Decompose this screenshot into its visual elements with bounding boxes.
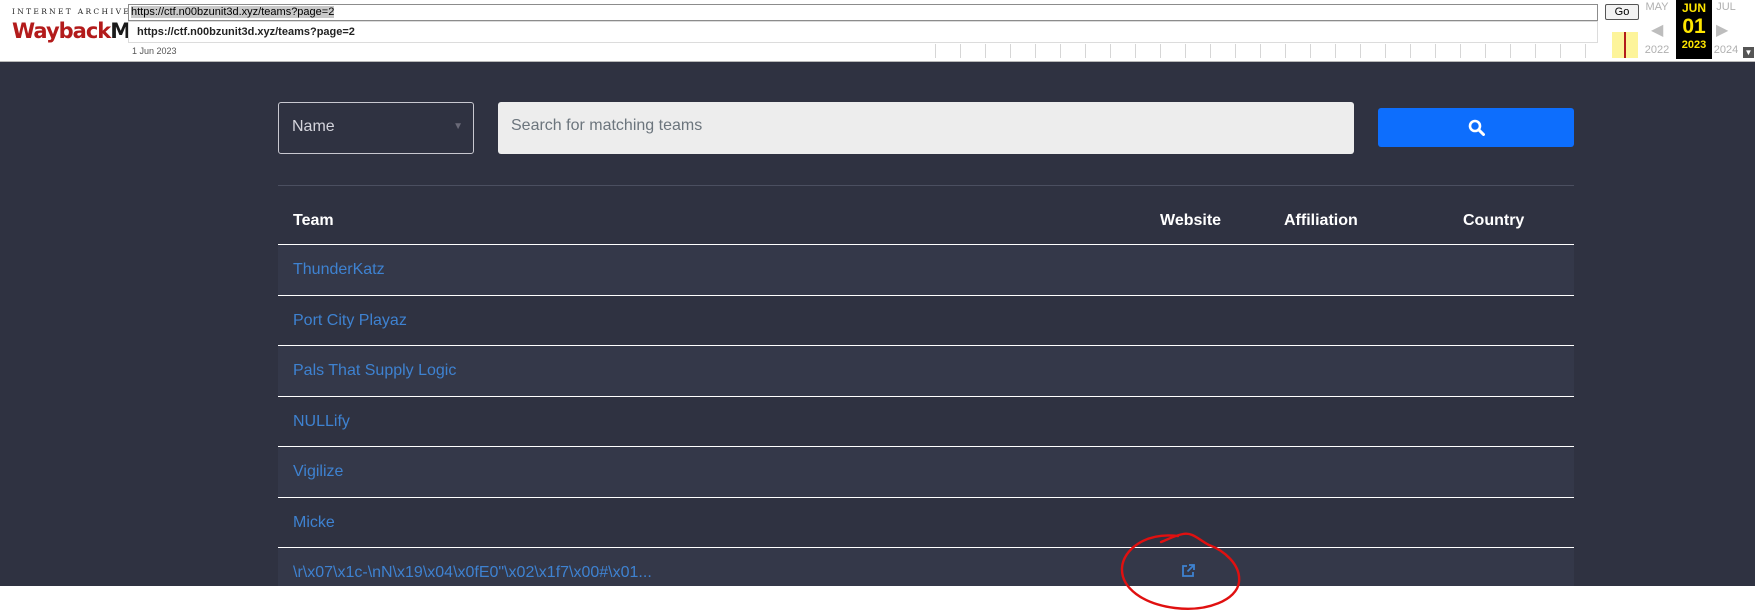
prev-capture-arrow-icon[interactable]: ◀ bbox=[1651, 20, 1663, 40]
table-header: Team Website Affiliation Country bbox=[278, 195, 1574, 245]
chevron-down-icon: ▼ bbox=[453, 121, 463, 132]
search-button[interactable] bbox=[1378, 108, 1574, 147]
next-capture-arrow-icon[interactable]: ▶ bbox=[1716, 20, 1728, 40]
table-row: Micke bbox=[278, 498, 1574, 548]
header-team: Team bbox=[293, 212, 334, 229]
table-row: Vigilize bbox=[278, 447, 1574, 498]
wayback-url-input[interactable]: https://ctf.n00bzunit3d.xyz/teams?page=2 bbox=[128, 4, 1598, 21]
search-input[interactable]: Search for matching teams bbox=[498, 102, 1354, 154]
next-year[interactable]: 2024 bbox=[1709, 44, 1743, 56]
teams-table: Team Website Affiliation Country Thunder… bbox=[278, 195, 1574, 599]
table-row: Port City Playaz bbox=[278, 296, 1574, 346]
team-link[interactable]: Micke bbox=[293, 514, 335, 532]
team-link[interactable]: NULLify bbox=[293, 413, 350, 431]
table-row: NULLify bbox=[278, 397, 1574, 447]
divider bbox=[278, 185, 1574, 186]
capture-date: 1 Jun 2023 bbox=[132, 46, 177, 56]
team-link[interactable]: Vigilize bbox=[293, 463, 343, 481]
logo-internet-archive: INTERNET ARCHIVE bbox=[12, 7, 132, 16]
next-month[interactable]: JUL bbox=[1709, 1, 1743, 13]
team-link[interactable]: Port City Playaz bbox=[293, 312, 407, 330]
prev-year[interactable]: 2022 bbox=[1640, 44, 1674, 56]
current-capture-marker bbox=[1624, 32, 1626, 58]
search-icon bbox=[1468, 119, 1485, 136]
table-row: ThunderKatz bbox=[278, 245, 1574, 296]
teams-page: Name ▼ Search for matching teams Team We… bbox=[0, 62, 1755, 599]
table-row: Pals That Supply Logic bbox=[278, 346, 1574, 397]
expand-toolbar-icon[interactable]: ▼ bbox=[1743, 47, 1754, 58]
go-button[interactable]: Go bbox=[1605, 4, 1639, 20]
current-day: 01 bbox=[1682, 15, 1706, 38]
capture-sparkline[interactable] bbox=[935, 44, 1598, 58]
annotation-circle bbox=[1120, 532, 1241, 610]
header-website: Website bbox=[1160, 212, 1222, 229]
wayback-logo[interactable]: INTERNET ARCHIVE WaybackMachine bbox=[12, 7, 203, 49]
page-bottom-edge bbox=[0, 586, 1755, 615]
current-year: 2023 bbox=[1681, 39, 1707, 51]
search-field-value: Name bbox=[292, 118, 335, 135]
search-field-select[interactable]: Name ▼ bbox=[278, 102, 474, 154]
current-month: JUN bbox=[1681, 1, 1706, 15]
team-link[interactable]: \r\x07\x1c-\nN\x19\x04\x0fE0"\x02\x1f7\x… bbox=[293, 564, 652, 582]
team-link[interactable]: Pals That Supply Logic bbox=[293, 362, 456, 380]
team-link[interactable]: ThunderKatz bbox=[293, 261, 385, 279]
wayback-toolbar: INTERNET ARCHIVE WaybackMachine https://… bbox=[0, 0, 1755, 62]
header-country: Country bbox=[1463, 212, 1525, 229]
logo-wayback-machine: WaybackMachine bbox=[12, 19, 203, 43]
header-affiliation: Affiliation bbox=[1284, 212, 1358, 229]
current-capture-date: JUN 01 2023 bbox=[1676, 0, 1712, 59]
url-suggestion[interactable]: https://ctf.n00bzunit3d.xyz/teams?page=2 bbox=[128, 21, 1598, 43]
prev-month[interactable]: MAY bbox=[1640, 1, 1674, 13]
